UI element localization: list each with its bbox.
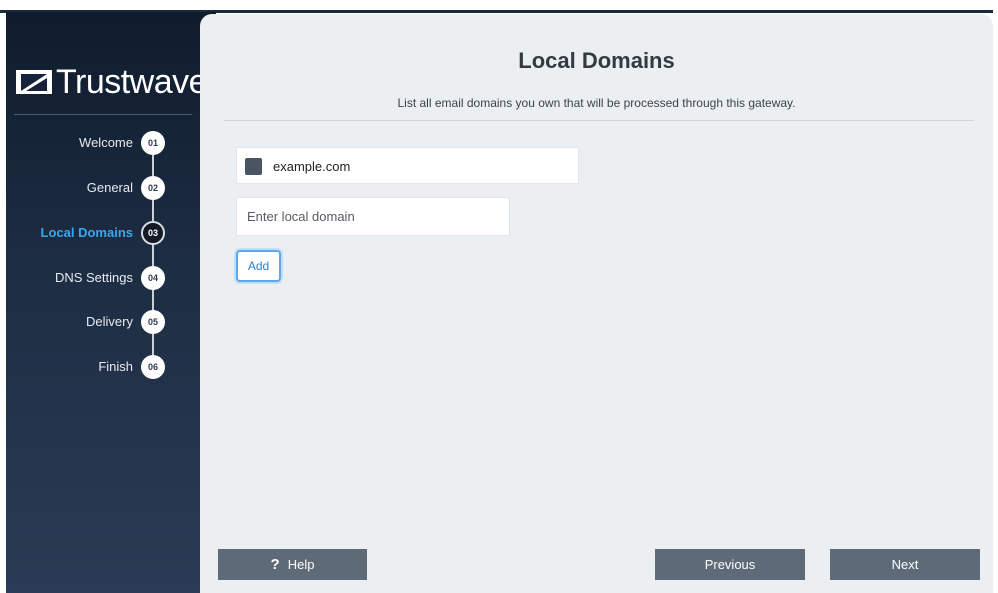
step-general[interactable]: General 02: [6, 176, 216, 202]
step-dns-settings[interactable]: DNS Settings 04: [6, 266, 216, 292]
sidebar: Trustwave ® Welcome 01 General 02 Local …: [6, 12, 216, 593]
main-panel: Local Domains List all email domains you…: [200, 14, 993, 593]
step-number-badge: 02: [141, 176, 165, 200]
previous-button[interactable]: Previous: [655, 549, 805, 580]
domain-checkbox[interactable]: [245, 158, 262, 175]
help-label: Help: [287, 557, 315, 572]
step-delivery[interactable]: Delivery 05: [6, 310, 216, 336]
domain-list-item[interactable]: example.com: [236, 147, 579, 184]
step-label: General: [86, 180, 133, 195]
step-welcome[interactable]: Welcome 01: [6, 131, 216, 157]
page-title: Local Domains: [518, 48, 675, 73]
question-mark-icon: ?: [270, 556, 280, 573]
step-label: DNS Settings: [54, 270, 133, 285]
step-finish[interactable]: Finish 06: [6, 355, 216, 381]
step-number-badge: 06: [141, 355, 165, 379]
wizard-window: Trustwave ® Welcome 01 General 02 Local …: [0, 0, 998, 593]
add-domain-button[interactable]: Add: [236, 250, 281, 282]
step-number-badge: 01: [141, 131, 165, 155]
local-domain-input[interactable]: [236, 197, 510, 236]
step-number-badge: 04: [141, 266, 165, 290]
domain-name: example.com: [273, 159, 351, 174]
step-list: Welcome 01 General 02 Local Domains 03 D…: [6, 12, 216, 593]
step-label: Welcome: [79, 135, 133, 150]
step-number-badge: 05: [141, 310, 165, 334]
header-divider: [224, 120, 974, 121]
next-button[interactable]: Next: [830, 549, 980, 580]
step-label: Finish: [98, 359, 133, 374]
step-number-badge: 03: [141, 221, 165, 245]
page-subtitle: List all email domains you own that will…: [397, 96, 796, 110]
step-local-domains[interactable]: Local Domains 03: [6, 221, 216, 247]
step-label: Local Domains: [40, 225, 133, 240]
step-label: Delivery: [86, 314, 133, 329]
help-button[interactable]: ? Help: [218, 549, 367, 580]
